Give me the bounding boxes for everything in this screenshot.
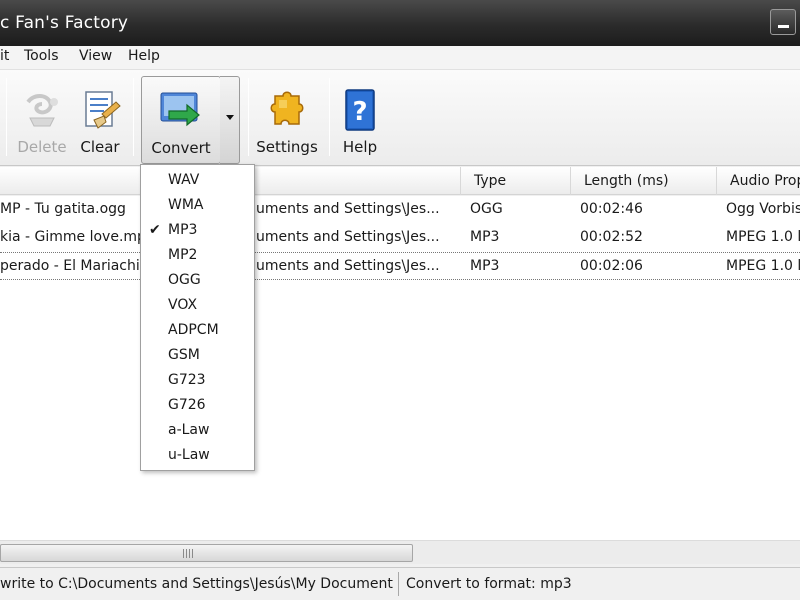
format-option-a-law[interactable]: a-Law — [141, 419, 254, 444]
column-header-audio-properties[interactable]: Audio Prop — [716, 167, 800, 195]
horizontal-scrollbar[interactable] — [0, 540, 800, 564]
status-output-path: write to C:\Documents and Settings\Jesús… — [0, 576, 393, 592]
toolbar-separator — [329, 78, 330, 156]
format-option-label: GSM — [168, 347, 200, 363]
help-book-icon: ? — [345, 89, 375, 131]
menu-tools[interactable]: Tools — [24, 48, 59, 64]
file-list-header: Type Length (ms) Audio Prop — [0, 167, 800, 195]
format-option-label: OGG — [168, 272, 201, 288]
menu-edit[interactable]: it — [0, 48, 9, 64]
status-bar: write to C:\Documents and Settings\Jesús… — [0, 567, 800, 600]
file-type-cell: MP3 — [470, 258, 500, 274]
file-name-cell: perado - El Mariachi. — [0, 258, 140, 274]
clear-button[interactable]: Clear — [76, 76, 124, 164]
format-option-label: u-Law — [168, 447, 210, 463]
minimize-icon — [778, 25, 789, 28]
menu-help[interactable]: Help — [128, 48, 160, 64]
help-label: Help — [342, 138, 378, 156]
format-option-label: WAV — [168, 172, 200, 188]
window-title: c Fan's Factory — [0, 13, 129, 33]
table-row-selected[interactable]: perado - El Mariachi. uments and Setting… — [0, 252, 800, 280]
audio-properties-cell: MPEG 1.0 l — [726, 229, 800, 245]
format-option-label: VOX — [168, 297, 198, 313]
format-option-label: MP2 — [168, 247, 198, 263]
scrollbar-thumb[interactable] — [0, 544, 413, 562]
status-divider — [398, 572, 399, 596]
clear-icon — [85, 91, 121, 129]
svg-text:?: ? — [352, 97, 367, 127]
delete-button[interactable]: Delete — [14, 76, 70, 164]
file-list: MP - Tu gatita.ogg uments and Settings\J… — [0, 196, 800, 540]
file-path-cell: uments and Settings\Jes... — [256, 258, 440, 274]
toolbar: Delete Clear Convert Settings ? Help — [0, 70, 800, 166]
chevron-down-icon — [226, 115, 234, 120]
format-option-adpcm[interactable]: ADPCM — [141, 319, 254, 344]
delete-icon — [26, 94, 58, 127]
file-length-cell: 00:02:46 — [580, 201, 643, 217]
convert-label: Convert — [151, 139, 211, 157]
settings-button[interactable]: Settings — [254, 76, 320, 164]
format-option-g723[interactable]: G723 — [141, 369, 254, 394]
file-length-cell: 00:02:06 — [580, 258, 643, 274]
table-row[interactable]: MP - Tu gatita.ogg uments and Settings\J… — [0, 196, 800, 224]
settings-label: Settings — [256, 138, 318, 156]
format-option-label: WMA — [168, 197, 204, 213]
table-row[interactable]: kia - Gimme love.mp3 uments and Settings… — [0, 224, 800, 252]
toolbar-separator — [133, 78, 134, 156]
format-option-wma[interactable]: WMA — [141, 194, 254, 219]
format-option-label: a-Law — [168, 422, 210, 438]
format-option-label: G723 — [168, 372, 206, 388]
file-path-cell: uments and Settings\Jes... — [256, 229, 440, 245]
file-length-cell: 00:02:52 — [580, 229, 643, 245]
file-type-cell: OGG — [470, 201, 503, 217]
title-bar: c Fan's Factory — [0, 0, 800, 46]
format-option-mp3[interactable]: ✔ MP3 — [141, 219, 254, 244]
convert-format-dropdown-button[interactable] — [220, 76, 240, 164]
format-option-gsm[interactable]: GSM — [141, 344, 254, 369]
clear-label: Clear — [80, 138, 120, 156]
convert-button[interactable]: Convert — [141, 76, 221, 164]
format-option-ogg[interactable]: OGG — [141, 269, 254, 294]
format-option-u-law[interactable]: u-Law — [141, 444, 254, 469]
format-option-vox[interactable]: VOX — [141, 294, 254, 319]
file-type-cell: MP3 — [470, 229, 500, 245]
delete-label: Delete — [17, 138, 67, 156]
audio-properties-cell: MPEG 1.0 l — [726, 258, 800, 274]
file-name-cell: MP - Tu gatita.ogg — [0, 201, 126, 217]
audio-properties-cell: Ogg Vorbis — [726, 201, 800, 217]
format-option-label: G726 — [168, 397, 206, 413]
format-option-wav[interactable]: WAV — [141, 169, 254, 194]
format-option-mp2[interactable]: MP2 — [141, 244, 254, 269]
help-button[interactable]: ? Help — [336, 76, 384, 164]
format-dropdown-menu: WAV WMA ✔ MP3 MP2 OGG VOX ADPCM GSM G723… — [140, 164, 255, 471]
menu-bar: it Tools View Help — [0, 46, 800, 70]
status-convert-format: Convert to format: mp3 — [406, 576, 572, 592]
file-name-cell: kia - Gimme love.mp3 — [0, 229, 140, 245]
menu-view[interactable]: View — [79, 48, 112, 64]
convert-icon — [160, 92, 200, 127]
checkmark-icon: ✔ — [149, 222, 161, 238]
format-option-g726[interactable]: G726 — [141, 394, 254, 419]
grip-icon — [183, 549, 193, 558]
column-header-length[interactable]: Length (ms) — [570, 167, 716, 195]
settings-puzzle-icon — [270, 91, 304, 125]
format-option-label: ADPCM — [168, 322, 219, 338]
minimize-button[interactable] — [770, 9, 796, 35]
format-option-label: MP3 — [168, 222, 198, 238]
file-path-cell: uments and Settings\Jes... — [256, 201, 440, 217]
toolbar-separator — [6, 78, 7, 156]
toolbar-separator — [248, 78, 249, 156]
column-header-type[interactable]: Type — [460, 167, 570, 195]
